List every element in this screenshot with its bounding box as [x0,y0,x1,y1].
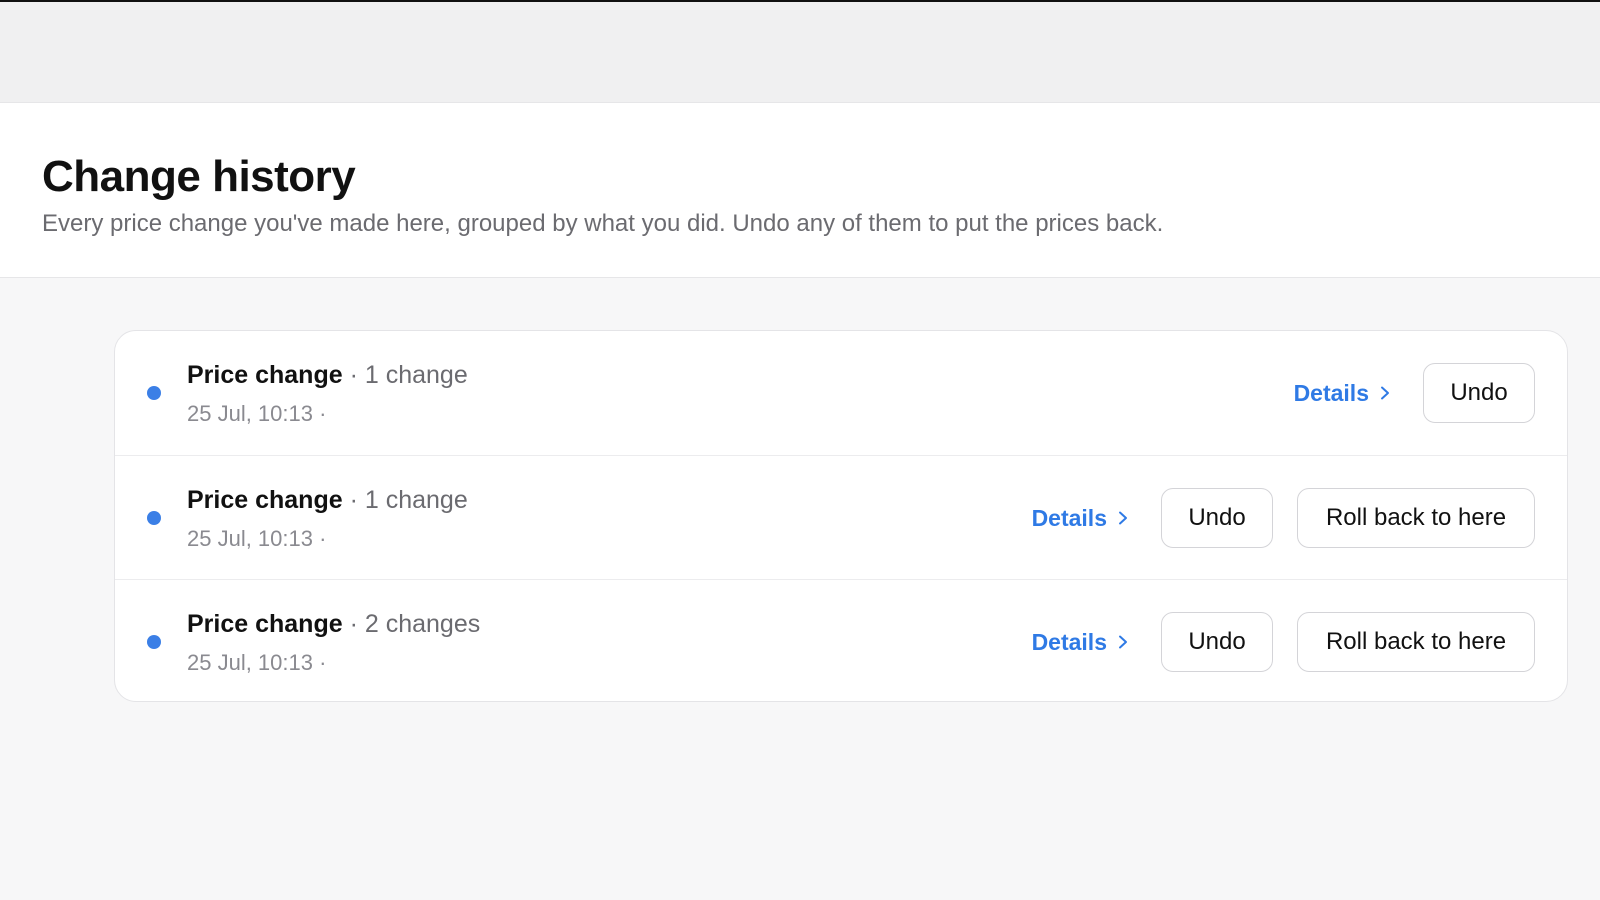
entry-change-count: 1 change [364,361,468,389]
entry-timestamp: 25 Jul, 10:13 · [187,526,327,551]
entry-actions: Details Undo Roll back to here [1032,488,1535,548]
page-subtitle: Every price change you've made here, gro… [42,210,1164,237]
details-link[interactable]: Details [1032,505,1129,532]
details-link[interactable]: Details [1032,629,1129,656]
history-entry: Price change · 1 change 25 Jul, 10:13 · … [115,455,1567,579]
entry-title: Price change · 1 change [187,486,468,515]
entry-change-count: 1 change [364,486,468,514]
top-bar [0,2,1600,103]
entry-kind: Price change [187,610,343,638]
roll-back-button[interactable]: Roll back to here [1297,488,1535,548]
details-label: Details [1031,504,1107,531]
entry-timestamp: 25 Jul, 10:13 · [187,650,327,675]
details-label: Details [1293,379,1369,406]
page-title: Change history [42,152,356,201]
undo-button[interactable]: Undo [1161,612,1273,672]
roll-back-button[interactable]: Roll back to here [1297,612,1535,672]
entry-change-count: 2 changes [364,610,481,638]
status-dot-icon [147,511,161,525]
entry-separator: · [349,610,358,638]
change-history-list: Price change · 1 change 25 Jul, 10:13 · … [114,330,1568,702]
entry-kind: Price change [187,361,343,389]
entry-separator: · [349,361,358,389]
undo-button[interactable]: Undo [1423,363,1535,423]
details-label: Details [1031,628,1107,655]
undo-button[interactable]: Undo [1161,488,1273,548]
entry-actions: Details Undo Roll back to here [1032,612,1535,672]
history-entry: Price change · 1 change 25 Jul, 10:13 · … [115,331,1567,455]
entry-actions: Details Undo [1294,363,1535,423]
status-dot-icon [147,386,161,400]
page-header: Change history Every price change you've… [0,103,1600,278]
chevron-right-icon [1119,635,1127,649]
chevron-right-icon [1381,386,1389,400]
status-dot-icon [147,635,161,649]
entry-kind: Price change [187,486,343,514]
details-link[interactable]: Details [1294,380,1391,407]
entry-title: Price change · 2 changes [187,610,480,639]
entry-title: Price change · 1 change [187,361,468,390]
history-entry: Price change · 2 changes 25 Jul, 10:13 ·… [115,579,1567,701]
chevron-right-icon [1119,511,1127,525]
entry-separator: · [349,486,358,514]
entry-timestamp: 25 Jul, 10:13 · [187,401,327,426]
